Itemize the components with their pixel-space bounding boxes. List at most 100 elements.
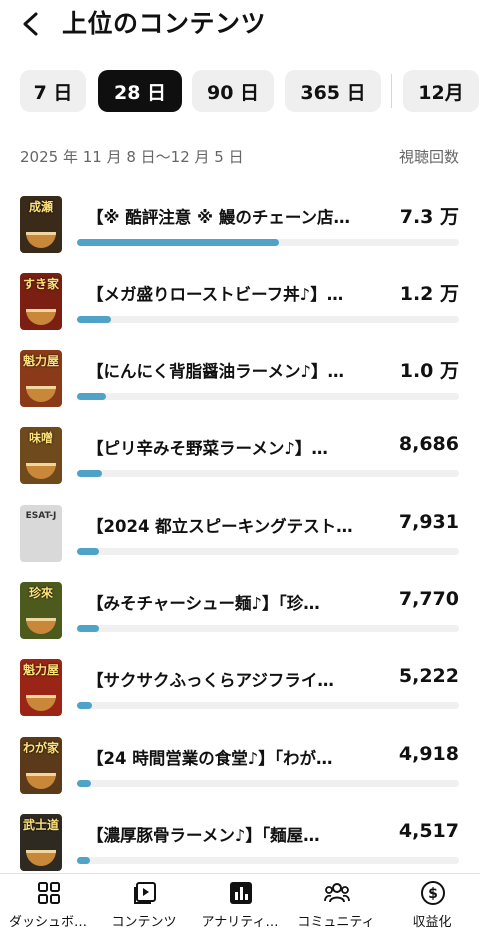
view-bar-track xyxy=(77,780,459,787)
thumbnail-text: 魁力屋 xyxy=(22,354,59,368)
thumbnail-food xyxy=(26,232,56,248)
video-thumbnail: 魁力屋 xyxy=(20,659,62,716)
view-bar-track xyxy=(77,393,459,400)
chevron-left-icon xyxy=(23,12,38,36)
view-bar-track xyxy=(77,702,459,709)
video-thumbnail: わが家 xyxy=(20,737,62,794)
chip-28-days[interactable]: 28 日 xyxy=(98,70,182,112)
nav-content[interactable]: コンテンツ xyxy=(96,874,192,934)
thumbnail-food xyxy=(26,850,56,866)
view-count: 8,686 xyxy=(398,433,459,455)
view-count: 1.0 万 xyxy=(399,360,459,382)
video-thumbnail: 成瀬 xyxy=(20,196,62,253)
thumbnail-text: わが家 xyxy=(22,741,59,755)
thumbnail-text: 魁力屋 xyxy=(22,663,59,677)
nav-analytics[interactable]: アナリティ… xyxy=(192,874,288,934)
view-bar-track xyxy=(77,625,459,632)
view-bar-fill xyxy=(77,393,106,400)
nav-label: 収益化 xyxy=(412,915,452,930)
svg-text:$: $ xyxy=(428,886,438,902)
video-title: 【にんにく背脂醤油ラーメン♪】… xyxy=(87,362,345,381)
chip-365-days[interactable]: 365 日 xyxy=(285,70,381,112)
view-count: 4,918 xyxy=(398,743,459,765)
view-bar-fill xyxy=(77,548,100,555)
analytics-icon xyxy=(230,882,252,904)
view-bar-fill xyxy=(77,780,92,787)
content-row[interactable]: 味噌 【ピリ辛みそ野菜ラーメン♪】… 8,686 xyxy=(0,421,480,499)
view-bar-track xyxy=(77,316,459,323)
video-title: 【ピリ辛みそ野菜ラーメン♪】… xyxy=(87,439,328,458)
chip-7-days[interactable]: 7 日 xyxy=(20,70,86,112)
view-bar-track xyxy=(77,548,459,555)
content-row[interactable]: 珍來 【みそチャーシュー麺♪】「珍… 7,770 xyxy=(0,576,480,654)
thumbnail-food xyxy=(26,618,56,634)
content-row[interactable]: 魁力屋 【サクサクふっくらアジフライ… 5,222 xyxy=(0,653,480,731)
period-selector: 7 日 28 日 90 日 365 日 12月 xyxy=(0,70,480,114)
thumbnail-food xyxy=(26,463,56,479)
thumbnail-food xyxy=(26,695,56,711)
video-thumbnail: 珍來 xyxy=(20,582,62,639)
bottom-navigation: ダッシュボ… コンテンツ アナリティ… コミュニティ $ 収益化 xyxy=(0,873,480,934)
thumbnail-food xyxy=(26,773,56,789)
view-bar-track xyxy=(77,239,459,246)
thumbnail-text: 味噌 xyxy=(28,431,53,445)
video-title: 【※ 酷評注意 ※ 鰻のチェーン店… xyxy=(87,208,350,227)
video-title: 【メガ盛りローストビーフ丼♪】… xyxy=(87,285,344,304)
view-bar-track xyxy=(77,857,459,864)
video-thumbnail: すき家 xyxy=(20,273,62,330)
video-thumbnail: 武士道 xyxy=(20,814,62,871)
content-row[interactable]: わが家 【24 時間営業の食堂♪】「わが… 4,918 xyxy=(0,731,480,809)
chip-90-days[interactable]: 90 日 xyxy=(192,70,274,112)
back-button[interactable] xyxy=(16,6,46,42)
thumbnail-text: 武士道 xyxy=(22,818,59,832)
dashboard-icon xyxy=(38,882,60,904)
thumbnail-text: 成瀬 xyxy=(28,200,53,214)
nav-monetization[interactable]: $ 収益化 xyxy=(384,874,480,934)
nav-label: ダッシュボ… xyxy=(8,915,87,930)
nav-label: コンテンツ xyxy=(111,915,177,930)
nav-label: コミュニティ xyxy=(297,915,375,930)
view-bar-track xyxy=(77,470,459,477)
nav-label: アナリティ… xyxy=(201,915,279,930)
video-thumbnail: 味噌 xyxy=(20,427,62,484)
page-title: 上位のコンテンツ xyxy=(62,9,267,38)
view-bar-fill xyxy=(77,239,280,246)
metric-label[interactable]: 視聴回数 xyxy=(399,146,459,167)
view-bar-fill xyxy=(77,625,99,632)
video-title: 【サクサクふっくらアジフライ… xyxy=(87,671,334,690)
date-range: 2025 年 11 月 8 日〜12 月 5 日 xyxy=(20,148,244,166)
view-bar-fill xyxy=(77,470,102,477)
video-title: 【24 時間営業の食堂♪】「わが… xyxy=(87,749,333,768)
view-bar-fill xyxy=(77,702,93,709)
nav-dashboard[interactable]: ダッシュボ… xyxy=(0,874,96,934)
video-title: 【みそチャーシュー麺♪】「珍… xyxy=(87,594,320,613)
video-thumbnail: 魁力屋 xyxy=(20,350,62,407)
view-count: 5,222 xyxy=(398,665,459,687)
content-row[interactable]: すき家 【メガ盛りローストビーフ丼♪】… 1.2 万 xyxy=(0,267,480,345)
thumbnail-text: 珍來 xyxy=(28,586,53,600)
community-icon xyxy=(324,883,350,903)
video-title: 【濃厚豚骨ラーメン♪】「麺屋… xyxy=(87,826,320,845)
thumbnail-food xyxy=(26,386,56,402)
content-row[interactable]: ESAT-J 【2024 都立スピーキングテスト… 7,931 xyxy=(0,499,480,577)
view-count: 1.2 万 xyxy=(399,283,459,305)
content-icon xyxy=(134,882,156,904)
video-title: 【2024 都立スピーキングテスト… xyxy=(87,517,353,536)
thumbnail-food xyxy=(26,309,56,325)
view-count: 7,931 xyxy=(398,511,459,533)
view-count: 7,770 xyxy=(398,588,459,610)
thumbnail-text: ESAT-J xyxy=(25,511,57,521)
view-bar-fill xyxy=(77,316,112,323)
content-row[interactable]: 魁力屋 【にんにく背脂醤油ラーメン♪】… 1.0 万 xyxy=(0,344,480,422)
view-count: 4,517 xyxy=(398,820,459,842)
chip-divider xyxy=(391,74,392,108)
chip-december[interactable]: 12月 xyxy=(403,70,479,112)
nav-community[interactable]: コミュニティ xyxy=(288,874,384,934)
monetization-icon: $ xyxy=(421,881,445,905)
thumbnail-text: すき家 xyxy=(22,277,59,291)
content-row[interactable]: 成瀬 【※ 酷評注意 ※ 鰻のチェーン店… 7.3 万 xyxy=(0,190,480,268)
view-bar-fill xyxy=(77,857,90,864)
video-thumbnail: ESAT-J xyxy=(20,505,62,562)
view-count: 7.3 万 xyxy=(399,206,459,228)
header: 上位のコンテンツ xyxy=(0,0,480,48)
